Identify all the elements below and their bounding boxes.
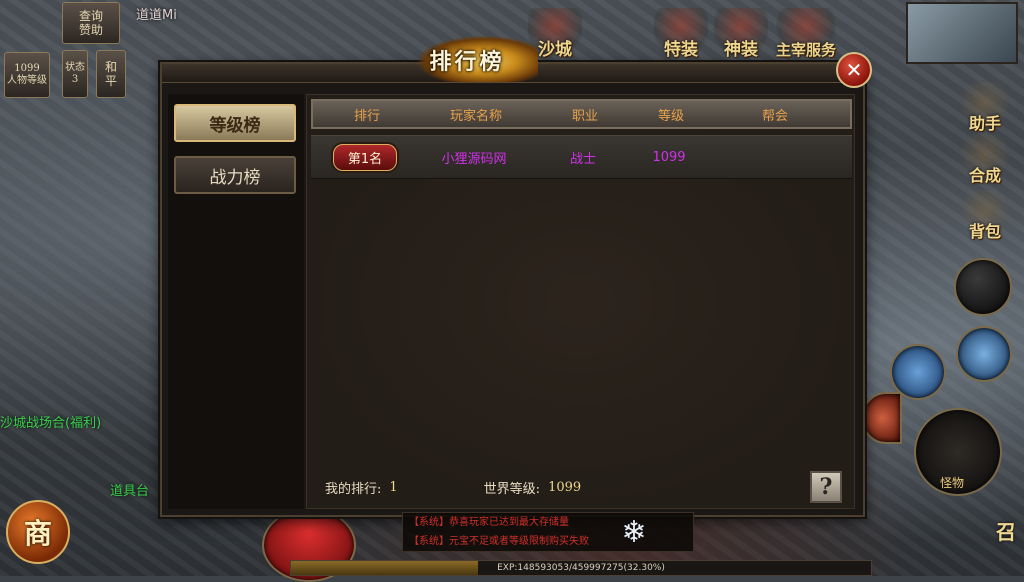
master-service-button[interactable]: 主宰服务 <box>776 8 836 60</box>
monster-label: 怪物 <box>940 476 965 490</box>
tab-column: 等级榜 战力榜 <box>168 94 304 509</box>
query-sponsor-button[interactable]: 查询 赞助 <box>62 2 120 44</box>
column-rank: 排行 <box>353 108 380 124</box>
tab-level-ranking[interactable]: 等级榜 <box>174 104 296 142</box>
backpack-button[interactable]: 背包 <box>960 190 1010 242</box>
world-level-label: 世界等级: <box>483 481 541 497</box>
help-button[interactable]: ? <box>810 471 842 503</box>
tab-power-ranking[interactable]: 战力榜 <box>174 156 296 194</box>
close-icon: ✕ <box>845 58 863 82</box>
my-rank-label: 我的排行: <box>325 481 382 497</box>
status-button[interactable]: 状态 3 <box>62 50 88 98</box>
level-cell: 1099 <box>652 149 686 165</box>
panel-title: 排行榜 <box>429 49 505 75</box>
peace-mode-button[interactable]: 和 平 <box>96 50 126 98</box>
ranking-footer: 我的排行: 1 世界等级: 1099 ? <box>307 466 856 508</box>
special-gear-button[interactable]: 特装 <box>654 8 708 60</box>
skill-slot-3[interactable] <box>862 392 902 444</box>
attack-orb[interactable] <box>954 258 1012 316</box>
table-row[interactable]: 第1名 小狸源码网 战士 1099 <box>311 135 852 179</box>
assistant-button[interactable]: 助手 <box>960 82 1010 134</box>
player-name: 道道Mi <box>136 8 177 23</box>
class-cell: 战士 <box>569 151 596 167</box>
column-guild: 帮会 <box>761 108 788 124</box>
player-name-cell: 小狸源码网 <box>441 151 507 167</box>
ranking-content: 排行 玩家名称 职业 等级 帮会 第1名 小狸源码网 战士 1099 我的排行:… <box>306 94 855 509</box>
rank-cell: 第1名 <box>311 143 419 171</box>
skill-slot-2[interactable] <box>956 326 1012 382</box>
divine-gear-button[interactable]: 神装 <box>714 8 768 60</box>
table-header: 排行 玩家名称 职业 等级 帮会 <box>311 99 852 129</box>
left-event-text: 沙城战场合(福利) <box>0 416 102 431</box>
shop-button[interactable]: 商 <box>6 500 70 564</box>
close-button[interactable]: ✕ <box>836 52 872 88</box>
my-rank-value: 1 <box>389 479 398 495</box>
shop-label: 商 <box>23 517 52 550</box>
snowflake-icon[interactable]: ❄ <box>612 512 656 552</box>
ranking-panel: 等级榜 战力榜 排行 玩家名称 职业 等级 帮会 第1名 小狸源码网 战士 10… <box>160 36 865 517</box>
synthesis-button[interactable]: 合成 <box>960 134 1010 186</box>
column-player-name: 玩家名称 <box>449 108 502 124</box>
summon-button[interactable]: 召 <box>996 516 1016 545</box>
column-class: 职业 <box>571 108 598 124</box>
column-level: 等级 <box>657 108 684 124</box>
left-item-text: 道具台 <box>110 484 150 499</box>
rank-badge: 第1名 <box>332 143 398 171</box>
exp-text: EXP:148593053/459997275(32.30%) <box>497 563 665 573</box>
world-level-value: 1099 <box>548 479 582 495</box>
player-level-badge[interactable]: 1099 人物等级 <box>4 52 50 98</box>
minimap[interactable] <box>906 2 1018 64</box>
exp-bar: EXP:148593053/459997275(32.30%) <box>290 560 872 576</box>
